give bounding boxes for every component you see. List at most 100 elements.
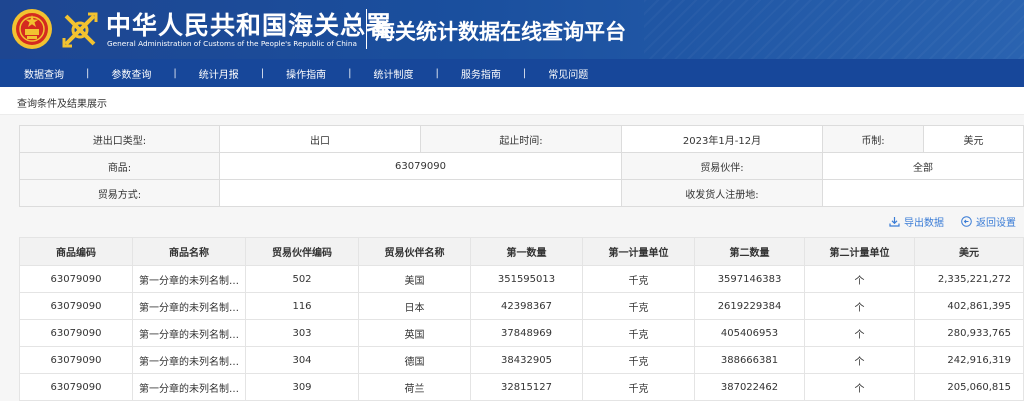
cell-partner-name: 日本 — [358, 292, 471, 320]
registration-value — [822, 179, 1024, 207]
column-header[interactable]: 第一数量 — [470, 237, 583, 266]
cell-product-code: 63079090 — [19, 346, 133, 374]
cell-product-code: 63079090 — [19, 319, 133, 347]
nav-item-user-guide[interactable]: 操作指南 — [286, 66, 326, 81]
trade-type-label: 进出口类型: — [19, 125, 220, 153]
cell-second-quantity: 3597146383 — [694, 265, 805, 293]
table-row: 63079090 第一分章的未列名制成... 304 德国 38432905 千… — [19, 346, 1024, 374]
nav-item-service-guide[interactable]: 服务指南 — [461, 66, 501, 81]
cell-product-name: 第一分章的未列名制成... — [132, 292, 246, 320]
cell-partner-code: 116 — [245, 292, 359, 320]
nav-item-monthly-report[interactable]: 统计月报 — [199, 66, 239, 81]
nav-item-data-query[interactable]: 数据查询 — [24, 66, 64, 81]
cell-second-quantity: 405406953 — [694, 319, 805, 347]
cell-first-unit: 千克 — [582, 292, 695, 320]
partner-value: 全部 — [822, 152, 1024, 180]
result-table: 商品编码 商品名称 贸易伙伴编码 贸易伙伴名称 第一数量 第一计量单位 第二数量… — [19, 237, 1024, 401]
column-header[interactable]: 商品编码 — [19, 237, 133, 266]
cell-partner-name: 荷兰 — [358, 373, 471, 401]
cell-product-code: 63079090 — [19, 265, 133, 293]
download-icon — [889, 217, 900, 227]
cell-second-unit: 个 — [804, 373, 915, 401]
cell-partner-code: 309 — [245, 373, 359, 401]
cell-second-quantity: 387022462 — [694, 373, 805, 401]
cell-second-quantity: 2619229384 — [694, 292, 805, 320]
cell-product-name: 第一分章的未列名制成... — [132, 265, 246, 293]
cell-usd-value: 280,933,765 — [914, 319, 1024, 347]
column-header[interactable]: 贸易伙伴编码 — [245, 237, 359, 266]
product-value: 63079090 — [219, 152, 622, 180]
period-label: 起止时间: — [420, 125, 622, 153]
cell-product-name: 第一分章的未列名制成... — [132, 373, 246, 401]
cell-first-unit: 千克 — [582, 373, 695, 401]
table-header-row: 商品编码 商品名称 贸易伙伴编码 贸易伙伴名称 第一数量 第一计量单位 第二数量… — [19, 237, 1024, 266]
table-row: 63079090 第一分章的未列名制成... 303 英国 37848969 千… — [19, 319, 1024, 347]
table-row: 63079090 第一分章的未列名制成... 309 荷兰 32815127 千… — [19, 373, 1024, 401]
nav-item-faq[interactable]: 常见问题 — [548, 66, 588, 81]
nav-item-statistics-system[interactable]: 统计制度 — [374, 66, 414, 81]
cell-partner-code: 502 — [245, 265, 359, 293]
nav-separator: | — [348, 67, 352, 79]
cell-partner-name: 美国 — [358, 265, 471, 293]
currency-value: 美元 — [923, 125, 1024, 153]
cell-product-name: 第一分章的未列名制成... — [132, 319, 246, 347]
cell-usd-value: 2,335,221,272 — [914, 265, 1024, 293]
cell-first-quantity: 351595013 — [470, 265, 583, 293]
nav-separator: | — [522, 67, 527, 79]
column-header[interactable]: 商品名称 — [132, 237, 246, 266]
site-header: 中华人民共和国海关总署 General Administration of Cu… — [0, 0, 1024, 59]
nav-separator: | — [435, 67, 439, 79]
back-arrow-icon — [961, 216, 972, 227]
cell-usd-value: 402,861,395 — [914, 292, 1024, 320]
main-nav: 数据查询 | 参数查询 | 统计月报 | 操作指南 | 统计制度 | 服务指南 … — [0, 59, 1024, 87]
cell-partner-name: 德国 — [358, 346, 471, 374]
trade-mode-value — [219, 179, 622, 207]
column-header[interactable]: 第二计量单位 — [804, 237, 915, 266]
condition-row: 贸易方式: 收发货人注册地: — [19, 179, 1024, 207]
condition-row: 商品: 63079090 贸易伙伴: 全部 — [19, 152, 1024, 180]
cell-usd-value: 205,060,815 — [914, 373, 1024, 401]
back-to-settings-label: 返回设置 — [976, 218, 1016, 229]
cell-first-quantity: 38432905 — [470, 346, 583, 374]
product-label: 商品: — [19, 152, 220, 180]
nav-separator: | — [86, 67, 90, 79]
partner-label: 贸易伙伴: — [621, 152, 823, 180]
cell-product-name: 第一分章的未列名制成... — [132, 346, 246, 374]
cell-second-unit: 个 — [804, 265, 915, 293]
cell-product-code: 63079090 — [19, 373, 133, 401]
cell-first-unit: 千克 — [582, 265, 695, 293]
export-data-button[interactable]: 导出数据 — [889, 214, 944, 229]
org-title: 中华人民共和国海关总署 — [106, 11, 393, 40]
platform-title: 海关统计数据在线查询平台 — [374, 20, 626, 44]
cell-second-quantity: 388666381 — [694, 346, 805, 374]
column-header[interactable]: 第一计量单位 — [582, 237, 695, 266]
cell-second-unit: 个 — [804, 319, 915, 347]
column-header[interactable]: 美元 — [914, 237, 1024, 266]
national-emblem-icon — [12, 9, 52, 49]
cell-first-quantity: 37848969 — [470, 319, 583, 347]
period-value: 2023年1月-12月 — [621, 125, 823, 153]
table-row: 63079090 第一分章的未列名制成... 116 日本 42398367 千… — [19, 292, 1024, 320]
header-divider — [366, 9, 367, 49]
customs-badge-icon — [62, 12, 98, 48]
export-data-label: 导出数据 — [904, 218, 944, 229]
cell-second-unit: 个 — [804, 292, 915, 320]
trade-mode-label: 贸易方式: — [19, 179, 220, 207]
registration-label: 收发货人注册地: — [621, 179, 823, 207]
nav-item-parameter-query[interactable]: 参数查询 — [111, 66, 151, 81]
cell-usd-value: 242,916,319 — [914, 346, 1024, 374]
cell-product-code: 63079090 — [19, 292, 133, 320]
column-header[interactable]: 贸易伙伴名称 — [358, 237, 471, 266]
back-to-settings-button[interactable]: 返回设置 — [961, 214, 1016, 229]
query-conditions: 进出口类型: 出口 起止时间: 2023年1月-12月 币制: 美元 商品: 6… — [19, 125, 1024, 207]
cell-second-unit: 个 — [804, 346, 915, 374]
condition-row: 进出口类型: 出口 起止时间: 2023年1月-12月 币制: 美元 — [19, 125, 1024, 153]
table-row: 63079090 第一分章的未列名制成... 502 美国 351595013 … — [19, 265, 1024, 293]
section-title: 查询条件及结果展示 — [17, 99, 107, 110]
nav-separator: | — [260, 67, 265, 79]
column-header[interactable]: 第二数量 — [694, 237, 805, 266]
currency-label: 币制: — [822, 125, 924, 153]
nav-separator: | — [173, 67, 177, 79]
cell-partner-code: 303 — [245, 319, 359, 347]
cell-first-unit: 千克 — [582, 319, 695, 347]
